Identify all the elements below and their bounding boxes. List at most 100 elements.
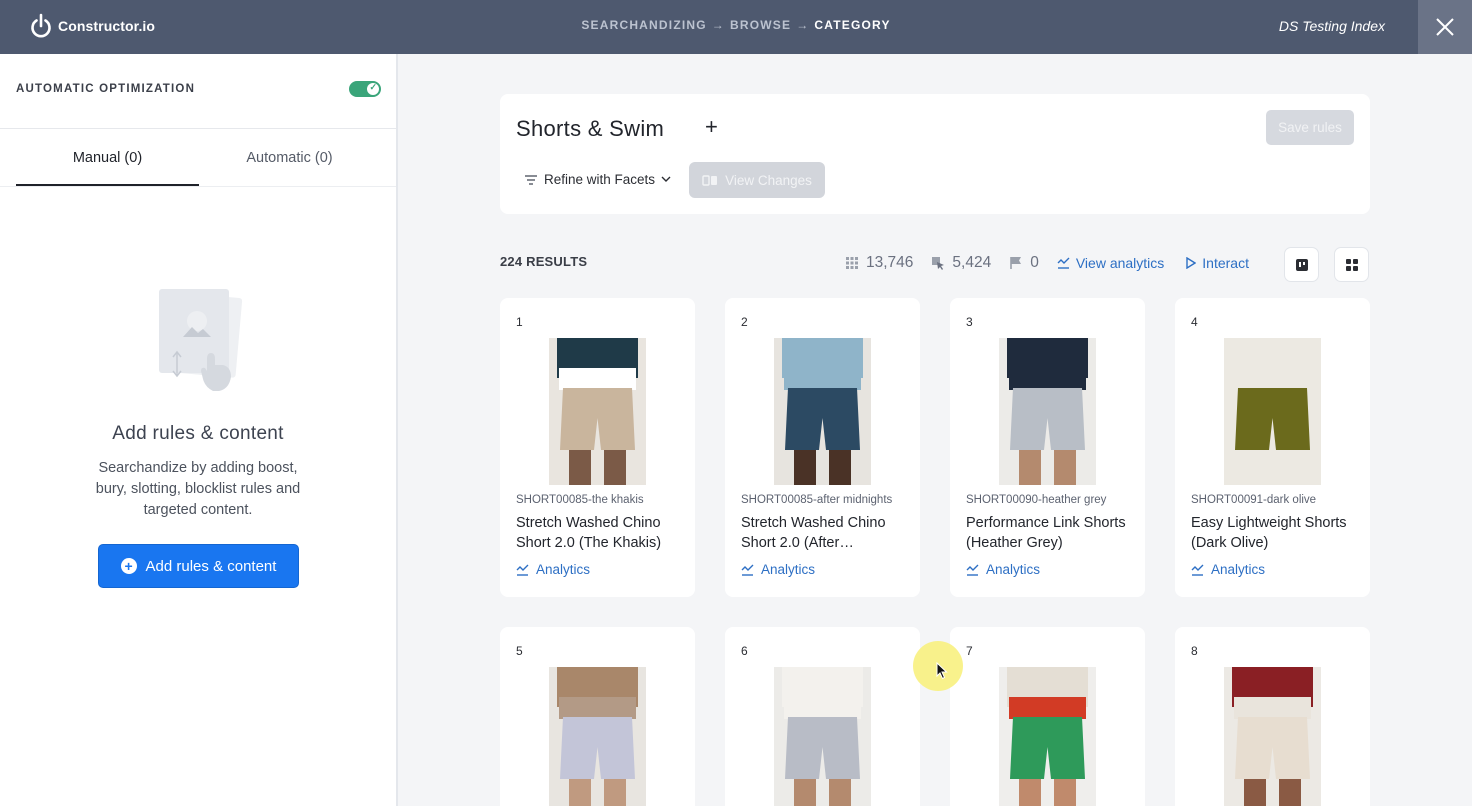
product-card[interactable]: 6	[725, 627, 920, 806]
add-category-button[interactable]: +	[705, 114, 718, 140]
product-rank: 1	[516, 315, 523, 329]
analytics-icon	[741, 564, 754, 576]
product-rank: 4	[1191, 315, 1198, 329]
product-card[interactable]: 1 SHORT00085-the khakis Stretch Washed C…	[500, 298, 695, 597]
empty-state-illustration	[159, 289, 243, 391]
product-image	[1224, 667, 1321, 806]
stat-views-value: 13,746	[866, 254, 914, 271]
product-sku: SHORT00091-dark olive	[1191, 494, 1317, 506]
breadcrumb-arrow: →	[796, 18, 810, 32]
refine-facets-dropdown[interactable]: Refine with Facets	[524, 172, 671, 187]
product-photo	[1224, 667, 1321, 806]
rule-tabs: Manual (0) Automatic (0)	[0, 129, 396, 187]
product-rank: 7	[966, 644, 973, 658]
check-icon: ✓	[369, 82, 377, 92]
product-analytics-link[interactable]: Analytics	[966, 562, 1040, 577]
rules-sidebar: AUTOMATIC OPTIMIZATION ✓ Manual (0) Auto…	[0, 54, 398, 806]
close-button[interactable]	[1418, 0, 1472, 54]
product-name: Stretch Washed Chino Short 2.0 (The Khak…	[516, 515, 662, 551]
product-sku: SHORT00085-the khakis	[516, 494, 644, 506]
click-icon	[932, 257, 945, 270]
auto-optimization-label: AUTOMATIC OPTIMIZATION	[16, 83, 196, 95]
breadcrumb-category: CATEGORY	[814, 18, 891, 32]
refine-facets-label: Refine with Facets	[544, 172, 656, 187]
product-rank: 8	[1191, 644, 1198, 658]
auto-optimization-row: AUTOMATIC OPTIMIZATION ✓	[0, 54, 396, 129]
product-image	[774, 667, 871, 806]
single-column-view-button[interactable]	[1284, 247, 1319, 282]
analytics-icon	[1057, 257, 1070, 269]
interact-link[interactable]: Interact	[1186, 255, 1249, 271]
product-photo	[999, 338, 1096, 485]
product-photo	[774, 338, 871, 485]
product-card[interactable]: 2 SHORT00085-after midnights Stretch Was…	[725, 298, 920, 597]
interact-label: Interact	[1202, 255, 1249, 271]
stat-clicks-value: 5,424	[952, 254, 992, 271]
stat-views: 13,746	[845, 254, 913, 272]
divider	[0, 186, 396, 187]
product-sku: SHORT00085-after midnights	[741, 494, 893, 506]
results-count: 224 RESULTS	[500, 254, 588, 269]
product-rank: 3	[966, 315, 973, 329]
product-photo	[549, 667, 646, 806]
product-name: Stretch Washed Chino Short 2.0 (After…	[741, 515, 886, 551]
product-card[interactable]: 7	[950, 627, 1145, 806]
product-rank: 2	[741, 315, 748, 329]
analytics-label: Analytics	[1211, 562, 1266, 577]
grid-dots-icon	[846, 257, 858, 269]
product-card[interactable]: 4 SHORT00091-dark olive Easy Lightweight…	[1175, 298, 1370, 597]
board-icon	[1295, 258, 1308, 271]
flag-icon	[1010, 257, 1022, 269]
stat-clicks: 5,424	[931, 254, 991, 272]
product-card[interactable]: 3 SHORT00090-heather grey Performance Li…	[950, 298, 1145, 597]
analytics-icon	[1191, 564, 1204, 576]
add-rules-button[interactable]: + Add rules & content	[98, 544, 299, 588]
auto-optimization-toggle[interactable]: ✓	[349, 81, 381, 97]
breadcrumb: SEARCHANDIZING → BROWSE → CATEGORY	[0, 18, 1472, 32]
grid-icon	[1345, 258, 1358, 271]
view-changes-label: View Changes	[725, 172, 812, 188]
product-photo	[774, 667, 871, 806]
grid-view-button[interactable]	[1334, 247, 1369, 282]
view-changes-button[interactable]: View Changes	[689, 162, 825, 198]
view-analytics-link[interactable]: View analytics	[1057, 255, 1164, 271]
product-rank: 5	[516, 644, 523, 658]
product-image	[999, 338, 1096, 485]
product-name: Performance Link Shorts (Heather Grey)	[966, 515, 1126, 551]
breadcrumb-searchandizing[interactable]: SEARCHANDIZING	[581, 18, 706, 32]
analytics-label: Analytics	[761, 562, 816, 577]
category-header-card: Shorts & Swim + Save rules Refine with F…	[500, 94, 1370, 214]
add-rules-button-label: Add rules & content	[145, 557, 277, 575]
index-name: DS Testing Index	[1278, 18, 1385, 34]
chevron-down-icon	[661, 176, 671, 182]
tab-manual[interactable]: Manual (0)	[16, 150, 199, 166]
save-rules-button[interactable]: Save rules	[1266, 110, 1354, 145]
stat-flags-value: 0	[1030, 254, 1039, 271]
filter-icon	[525, 174, 537, 185]
product-analytics-link[interactable]: Analytics	[741, 562, 815, 577]
empty-state-description: Searchandize by adding boost, bury, slot…	[95, 460, 301, 518]
mouse-pointer-icon	[936, 662, 948, 680]
breadcrumb-browse[interactable]: BROWSE	[730, 18, 791, 32]
product-analytics-link[interactable]: Analytics	[1191, 562, 1265, 577]
plus-circle-icon: +	[120, 558, 137, 574]
stat-flags: 0	[1009, 254, 1039, 272]
product-image	[774, 338, 871, 485]
tab-automatic[interactable]: Automatic (0)	[198, 150, 381, 166]
breadcrumb-arrow: →	[711, 18, 725, 32]
product-image	[999, 667, 1096, 806]
play-icon	[1186, 257, 1197, 269]
product-rank: 6	[741, 644, 748, 658]
empty-state-title: Add rules & content	[112, 423, 284, 444]
product-card[interactable]: 5	[500, 627, 695, 806]
product-image	[549, 338, 646, 485]
analytics-icon	[966, 564, 979, 576]
product-card[interactable]: 8	[1175, 627, 1370, 806]
product-analytics-link[interactable]: Analytics	[516, 562, 590, 577]
product-name: Easy Lightweight Shorts (Dark Olive)	[1191, 515, 1347, 551]
results-stats: 13,746 5,424 0 View analytics Interact	[845, 254, 1271, 272]
product-image	[549, 667, 646, 806]
analytics-label: Analytics	[986, 562, 1041, 577]
product-photo	[1224, 338, 1321, 485]
analytics-icon	[516, 564, 529, 576]
